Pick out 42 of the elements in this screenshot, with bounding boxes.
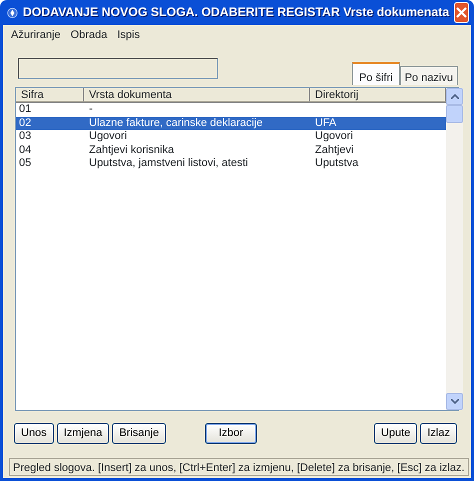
scrollbar[interactable] <box>446 88 463 410</box>
status-bar: Pregled slogova. [Insert] za unos, [Ctrl+Enter] za izmjenu, [Delete] za brisanje, [Esc] za izlaz. <box>9 458 469 476</box>
close-icon <box>456 7 468 18</box>
table-row[interactable]: 02 Ulazne fakture, carinske deklaracije UFA <box>16 116 446 130</box>
dialog-button[interactable]: Upute <box>374 423 418 444</box>
menu-item[interactable]: Ispis <box>112 27 145 41</box>
table-cell-text: Zahtjevi <box>314 144 355 157</box>
table-cell-text: UFA <box>314 116 338 130</box>
column-header[interactable]: Direktorij <box>310 88 446 102</box>
tab[interactable]: Po šifri <box>352 62 400 85</box>
table-cell-text: Zahtjevi korisnika <box>88 144 175 157</box>
search-field[interactable] <box>18 58 218 79</box>
table-cell-text: Ulazne fakture, carinske deklaracije <box>88 116 264 130</box>
table-cell-text: 04 <box>18 144 32 157</box>
table-cell-text: Ugovori <box>314 130 354 144</box>
dialog-button[interactable]: Izlaz <box>420 423 457 444</box>
menu-item[interactable]: Obrada <box>66 27 112 41</box>
menu-item[interactable]: Ažuriranje <box>6 27 66 41</box>
dialog-button[interactable]: Brisanje <box>112 423 166 444</box>
dialog-button[interactable]: Izmjena <box>56 423 110 444</box>
column-header[interactable]: Sifra <box>16 88 84 102</box>
table-cell-text: Uputstva <box>314 157 360 170</box>
column-header[interactable]: Vrsta dokumenta <box>84 88 310 102</box>
scroll-down-button[interactable] <box>446 393 463 410</box>
table-row[interactable]: 04 Zahtjevi korisnika Zahtjevi <box>16 144 446 157</box>
table-cell-text: 02 <box>18 116 32 130</box>
tab[interactable]: Po nazivu <box>400 66 458 85</box>
close-button[interactable] <box>454 2 469 23</box>
table-row[interactable]: 01 - <box>16 103 446 116</box>
table-row[interactable]: 03 Ugovori Ugovori <box>16 130 446 144</box>
table-cell-text: 05 <box>18 157 32 170</box>
table-row[interactable]: 05 Uputstva, jamstveni listovi, atesti Uputstva <box>16 157 446 170</box>
table-cell-text: 01 <box>18 103 32 116</box>
table-cell-text: 03 <box>18 130 32 144</box>
table-cell-text: Uputstva, jamstveni listovi, atesti <box>88 157 249 170</box>
window-title: DODAVANJE NOVOG SLOGA. ODABERITE REGISTAR Vrste dokumenata <box>22 4 450 22</box>
table-cell-text: Ugovori <box>88 130 128 144</box>
dialog-button[interactable]: Unos <box>14 423 54 444</box>
dialog-button[interactable]: Izbor <box>204 423 257 444</box>
table-cell-text: - <box>88 103 94 116</box>
scroll-thumb[interactable] <box>446 105 463 123</box>
scroll-up-button[interactable] <box>446 88 463 105</box>
